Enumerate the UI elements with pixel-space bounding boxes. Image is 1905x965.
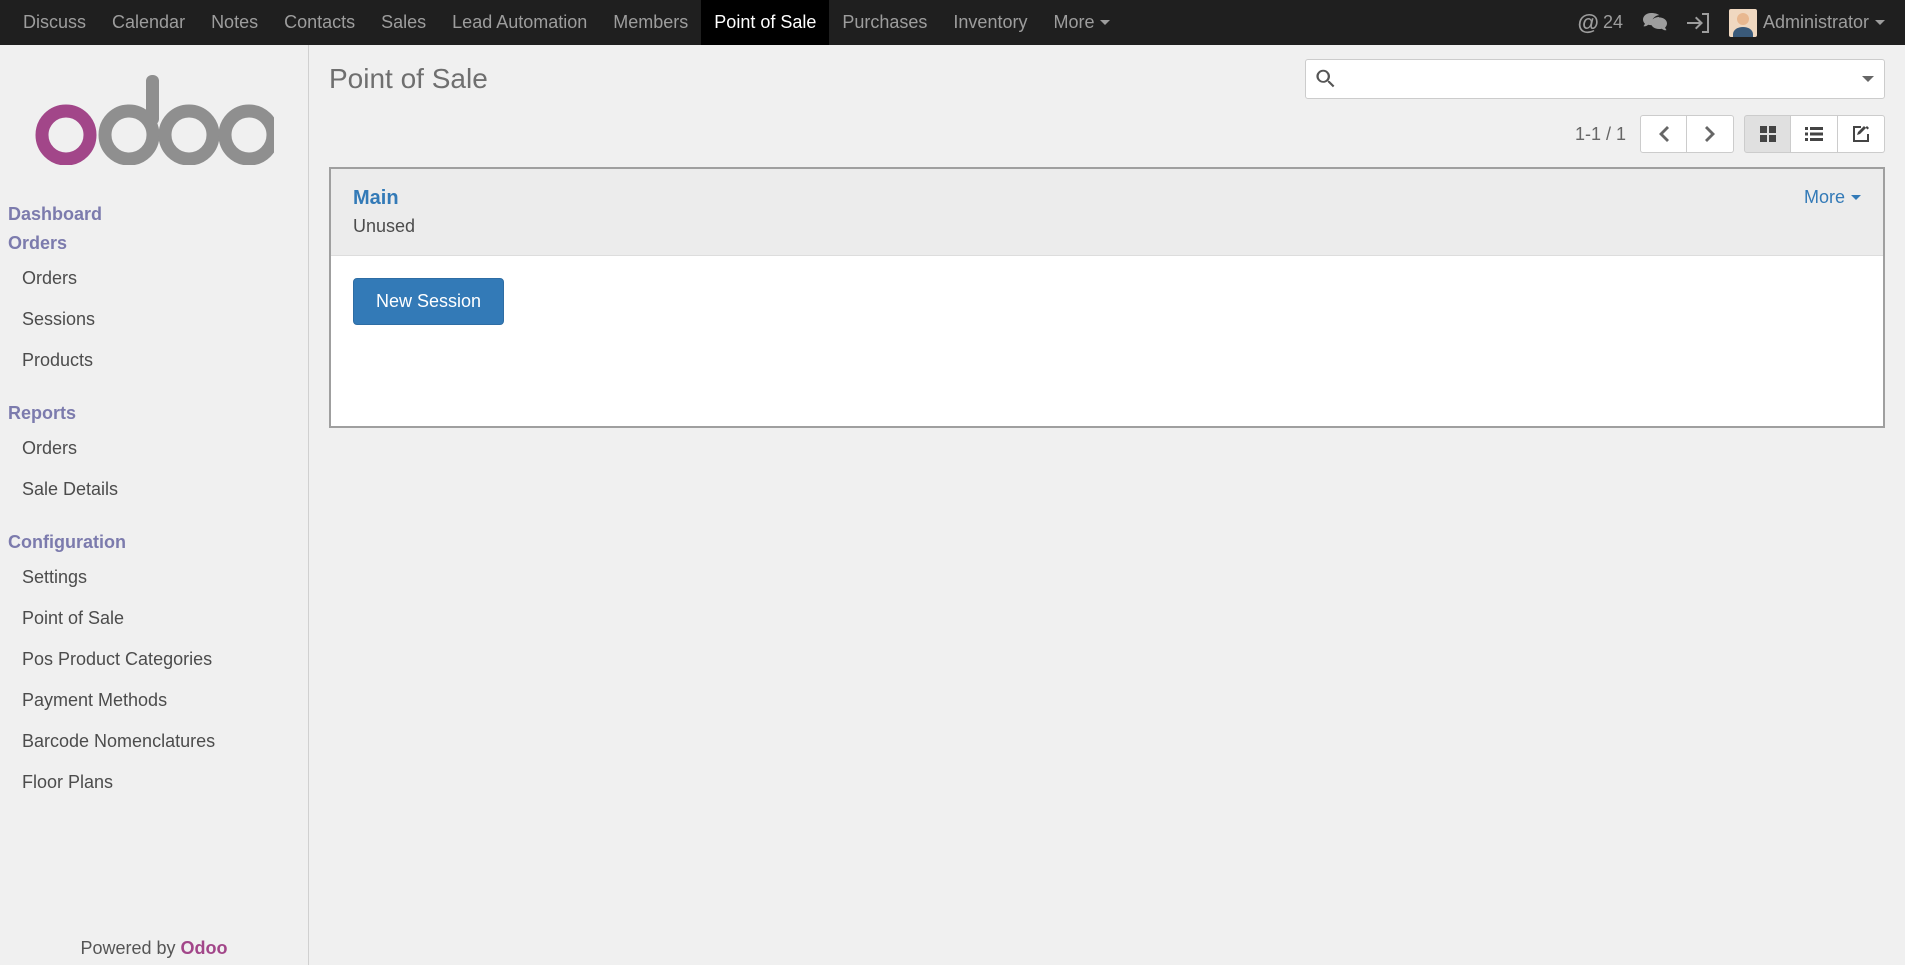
sidebar-header-configuration[interactable]: Configuration bbox=[8, 528, 308, 557]
odoo-logo-icon bbox=[34, 75, 274, 165]
login-button[interactable] bbox=[1677, 0, 1719, 45]
control-row-2: 1-1 / 1 bbox=[309, 107, 1905, 167]
pager-next-button[interactable] bbox=[1687, 115, 1734, 153]
kanban-icon bbox=[1760, 126, 1776, 142]
sidebar-item-point-of-sale[interactable]: Point of Sale bbox=[8, 598, 308, 639]
top-nav-right: @ 24 Administrator bbox=[1567, 0, 1895, 45]
sign-in-icon bbox=[1687, 13, 1709, 33]
sidebar-item-orders[interactable]: Orders bbox=[8, 428, 308, 469]
pager-buttons bbox=[1640, 115, 1734, 153]
new-session-button[interactable]: New Session bbox=[353, 278, 504, 325]
control-row-1: Point of Sale bbox=[309, 45, 1905, 107]
top-nav-left: DiscussCalendarNotesContactsSalesLead Au… bbox=[10, 0, 1123, 45]
pager-prev-button[interactable] bbox=[1640, 115, 1687, 153]
chevron-left-icon bbox=[1659, 126, 1669, 142]
nav-item-calendar[interactable]: Calendar bbox=[99, 0, 198, 45]
nav-item-inventory[interactable]: Inventory bbox=[940, 0, 1040, 45]
caret-down-icon bbox=[1851, 195, 1861, 200]
pos-card: Main Unused More New Session bbox=[329, 167, 1885, 428]
pos-card-more-button[interactable]: More bbox=[1804, 187, 1861, 208]
chat-button[interactable] bbox=[1633, 0, 1677, 45]
search-options-caret[interactable] bbox=[1862, 76, 1874, 82]
powered-by: Powered by Odoo bbox=[0, 934, 308, 965]
pos-card-header: Main Unused More bbox=[331, 169, 1883, 256]
nav-item-point-of-sale[interactable]: Point of Sale bbox=[701, 0, 829, 45]
sidebar-menu[interactable]: DashboardOrdersOrdersSessionsProductsRep… bbox=[0, 200, 308, 934]
kanban-view-button[interactable] bbox=[1744, 115, 1791, 153]
sidebar-item-pos-product-categories[interactable]: Pos Product Categories bbox=[8, 639, 308, 680]
sidebar-item-sale-details[interactable]: Sale Details bbox=[8, 469, 308, 510]
sidebar-item-barcode-nomenclatures[interactable]: Barcode Nomenclatures bbox=[8, 721, 308, 762]
nav-item-more[interactable]: More bbox=[1040, 0, 1123, 45]
nav-item-purchases[interactable]: Purchases bbox=[829, 0, 940, 45]
search-input[interactable] bbox=[1344, 70, 1862, 88]
top-nav: DiscussCalendarNotesContactsSalesLead Au… bbox=[0, 0, 1905, 45]
sidebar-item-sessions[interactable]: Sessions bbox=[8, 299, 308, 340]
avatar bbox=[1729, 9, 1757, 37]
pos-card-subtitle: Unused bbox=[353, 216, 415, 237]
sidebar-item-orders[interactable]: Orders bbox=[8, 258, 308, 299]
comments-icon bbox=[1643, 13, 1667, 33]
pos-card-title[interactable]: Main bbox=[353, 187, 415, 210]
nav-item-members[interactable]: Members bbox=[600, 0, 701, 45]
messages-counter[interactable]: @ 24 bbox=[1567, 0, 1632, 45]
form-view-button[interactable] bbox=[1838, 115, 1885, 153]
pos-card-more-label: More bbox=[1804, 187, 1845, 208]
caret-down-icon bbox=[1100, 20, 1110, 25]
pos-card-body: New Session bbox=[331, 256, 1883, 426]
pager-text: 1-1 / 1 bbox=[1575, 124, 1626, 145]
at-icon: @ bbox=[1577, 10, 1598, 36]
sidebar-item-settings[interactable]: Settings bbox=[8, 557, 308, 598]
list-view-button[interactable] bbox=[1791, 115, 1838, 153]
nav-item-notes[interactable]: Notes bbox=[198, 0, 271, 45]
powered-brand-link[interactable]: Odoo bbox=[181, 938, 228, 958]
page-title: Point of Sale bbox=[329, 63, 488, 95]
search-icon bbox=[1316, 69, 1336, 89]
nav-item-sales[interactable]: Sales bbox=[368, 0, 439, 45]
sidebar-header-dashboard[interactable]: Dashboard bbox=[8, 200, 308, 229]
powered-prefix: Powered by bbox=[80, 938, 180, 958]
view-switcher bbox=[1744, 115, 1885, 153]
edit-icon bbox=[1853, 126, 1869, 142]
search-wrap bbox=[1305, 59, 1885, 99]
logo bbox=[0, 45, 308, 200]
sidebar: DashboardOrdersOrdersSessionsProductsRep… bbox=[0, 45, 309, 965]
messages-count: 24 bbox=[1603, 12, 1623, 33]
sidebar-item-products[interactable]: Products bbox=[8, 340, 308, 381]
nav-item-lead-automation[interactable]: Lead Automation bbox=[439, 0, 600, 45]
nav-item-contacts[interactable]: Contacts bbox=[271, 0, 368, 45]
kanban-area: Main Unused More New Session bbox=[309, 167, 1905, 448]
sidebar-item-payment-methods[interactable]: Payment Methods bbox=[8, 680, 308, 721]
sidebar-header-reports[interactable]: Reports bbox=[8, 399, 308, 428]
caret-down-icon bbox=[1875, 20, 1885, 25]
sidebar-item-floor-plans[interactable]: Floor Plans bbox=[8, 762, 308, 803]
main-content: Point of Sale 1-1 / 1 bbox=[309, 45, 1905, 965]
list-icon bbox=[1805, 127, 1823, 141]
chevron-right-icon bbox=[1705, 126, 1715, 142]
user-label: Administrator bbox=[1763, 12, 1869, 33]
user-menu[interactable]: Administrator bbox=[1719, 0, 1895, 45]
search-box[interactable] bbox=[1305, 59, 1885, 99]
nav-item-discuss[interactable]: Discuss bbox=[10, 0, 99, 45]
sidebar-header-orders[interactable]: Orders bbox=[8, 229, 308, 258]
